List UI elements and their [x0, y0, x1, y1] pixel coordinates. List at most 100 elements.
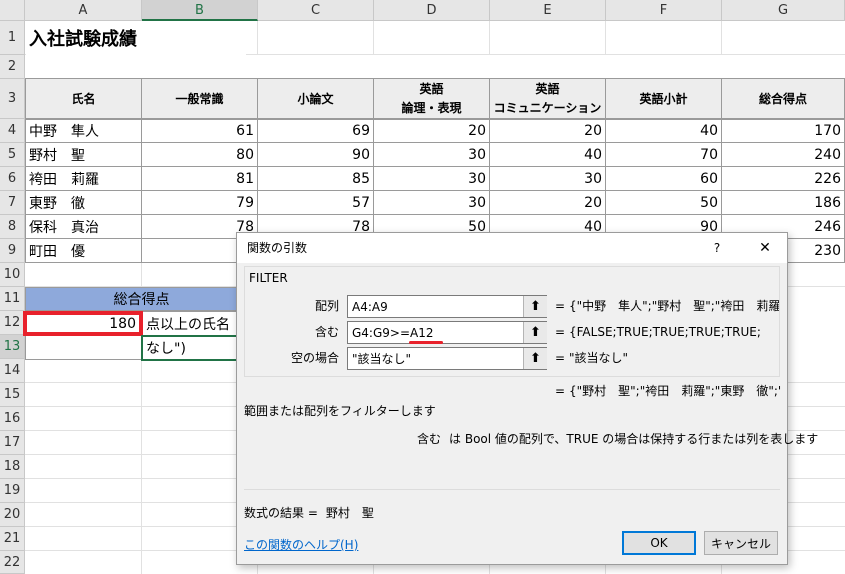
column-header-b[interactable]: B [142, 0, 258, 21]
row-header-19[interactable]: 19 [0, 479, 25, 503]
arg-input-if-empty[interactable]: "該当なし" [347, 347, 547, 370]
table-cell-name[interactable]: 町田 優 [25, 238, 142, 263]
table-cell-score[interactable]: 61 [141, 118, 258, 143]
column-header-g[interactable]: G [722, 0, 845, 21]
header-english-communication[interactable]: 英語 コミュニケーション [489, 78, 606, 120]
row-header-5[interactable]: 5 [0, 143, 25, 167]
row-header-3[interactable]: 3 [0, 79, 25, 119]
table-cell-score[interactable]: 30 [373, 142, 490, 167]
row-header-12[interactable]: 12 [0, 311, 25, 335]
header-name[interactable]: 氏名 [25, 78, 142, 120]
column-header-e[interactable]: E [490, 0, 606, 21]
arg-label-include: 含む [314, 325, 339, 339]
row-header-10[interactable]: 10 [0, 263, 25, 287]
row-header-20[interactable]: 20 [0, 503, 25, 527]
table-cell-score[interactable]: 226 [721, 166, 845, 191]
table-cell-score[interactable]: 69 [257, 118, 374, 143]
table-cell-score[interactable]: 80 [141, 142, 258, 167]
table-cell-name[interactable]: 保科 真治 [25, 214, 142, 239]
row-header-16[interactable]: 16 [0, 407, 25, 431]
table-cell-score[interactable]: 60 [605, 166, 722, 191]
collapse-dialog-icon[interactable]: ⬆ [523, 348, 547, 369]
dialog-titlebar[interactable]: 関数の引数 ? ✕ [237, 233, 787, 263]
argument-help-name: 含む [417, 432, 442, 446]
cancel-button[interactable]: キャンセル [704, 531, 778, 555]
header-general[interactable]: 一般常識 [141, 78, 258, 120]
table-cell-score[interactable]: 50 [605, 190, 722, 215]
argument-help: 含む は Bool 値の配列で、TRUE の場合は保持する行または列を表します [417, 429, 818, 449]
row-header-8[interactable]: 8 [0, 215, 25, 239]
header-english-subtotal[interactable]: 英語小計 [605, 78, 722, 120]
table-cell-score[interactable]: 30 [373, 166, 490, 191]
table-cell-name[interactable]: 東野 徹 [25, 190, 142, 215]
row-header-13[interactable]: 13 [0, 335, 25, 359]
column-header-a[interactable]: A [25, 0, 142, 21]
cell-a13[interactable] [25, 336, 142, 360]
row-header-21[interactable]: 21 [0, 527, 25, 551]
row-header-15[interactable]: 15 [0, 383, 25, 407]
table-cell-score[interactable]: 30 [373, 190, 490, 215]
row-header-22[interactable]: 22 [0, 551, 25, 574]
table-cell-score[interactable]: 20 [489, 190, 606, 215]
header-name-label: 氏名 [71, 92, 96, 106]
arg-result-if-empty: "該当なし" [569, 351, 629, 365]
table-cell-score[interactable]: 20 [489, 118, 606, 143]
table-cell-score[interactable]: 57 [257, 190, 374, 215]
table-cell-name[interactable]: 野村 聖 [25, 142, 142, 167]
ok-button[interactable]: OK [622, 531, 696, 555]
table-cell-score[interactable]: 186 [721, 190, 845, 215]
collapse-dialog-icon[interactable]: ⬆ [523, 322, 547, 343]
table-cell-score[interactable]: 85 [257, 166, 374, 191]
header-total-label: 総合得点 [758, 92, 807, 106]
arg-input-array[interactable]: A4:A9 [347, 295, 547, 318]
overall-result: {"野村 聖";"袴田 莉羅";"東野 徹";' [569, 384, 781, 398]
function-help-link[interactable]: この関数のヘルプ(H) [244, 535, 358, 555]
table-cell-score[interactable]: 170 [721, 118, 845, 143]
sheet-title[interactable]: 入社試験成績 [26, 21, 246, 55]
table-cell-name[interactable]: 中野 隼人 [25, 118, 142, 143]
table-cell-score[interactable]: 40 [605, 118, 722, 143]
arg-label-array: 配列 [314, 299, 339, 313]
row-header-17[interactable]: 17 [0, 431, 25, 455]
row-header-7[interactable]: 7 [0, 191, 25, 215]
arg-input-include[interactable]: G4:G9>=A12 [347, 321, 547, 344]
table-cell-name[interactable]: 袴田 莉羅 [25, 166, 142, 191]
header-essay[interactable]: 小論文 [257, 78, 374, 120]
table-cell-score[interactable]: 79 [141, 190, 258, 215]
row-header-11[interactable]: 11 [0, 287, 25, 311]
criteria-value-cell[interactable]: 180 [23, 311, 143, 336]
table-cell-score[interactable]: 70 [605, 142, 722, 167]
row-header-2[interactable]: 2 [0, 55, 25, 79]
select-all-corner[interactable] [0, 0, 25, 21]
criteria-header[interactable]: 総合得点 [25, 287, 258, 311]
table-cell-score[interactable]: 81 [141, 166, 258, 191]
row-header-1[interactable]: 1 [0, 21, 25, 55]
formula-result-label: 数式の結果 = [244, 506, 318, 520]
header-total[interactable]: 総合得点 [721, 78, 845, 120]
header-english-comm-line1: 英語 [535, 82, 560, 96]
function-description: 範囲または配列をフィルターします [244, 404, 436, 418]
row-header-9[interactable]: 9 [0, 239, 25, 263]
function-name: FILTER [249, 271, 288, 285]
header-english-subtotal-label: 英語小計 [639, 92, 688, 106]
table-cell-score[interactable]: 30 [489, 166, 606, 191]
close-icon[interactable]: ✕ [753, 233, 777, 263]
help-icon[interactable]: ? [707, 233, 727, 263]
row-header-4[interactable]: 4 [0, 119, 25, 143]
divider [244, 489, 780, 490]
row-header-6[interactable]: 6 [0, 167, 25, 191]
row-header-18[interactable]: 18 [0, 455, 25, 479]
arg-result-include: {FALSE;TRUE;TRUE;TRUE;TRUE; [569, 325, 761, 339]
collapse-dialog-icon[interactable]: ⬆ [523, 296, 547, 317]
header-english-logic-line2: 論理・表現 [401, 101, 462, 115]
formula-result: 数式の結果 = 野村 聖 [244, 503, 374, 523]
column-header-f[interactable]: F [606, 0, 722, 21]
column-header-d[interactable]: D [374, 0, 490, 21]
column-header-c[interactable]: C [258, 0, 374, 21]
table-cell-score[interactable]: 90 [257, 142, 374, 167]
table-cell-score[interactable]: 40 [489, 142, 606, 167]
row-header-14[interactable]: 14 [0, 359, 25, 383]
table-cell-score[interactable]: 240 [721, 142, 845, 167]
table-cell-score[interactable]: 20 [373, 118, 490, 143]
header-english-logic[interactable]: 英語 論理・表現 [373, 78, 490, 120]
